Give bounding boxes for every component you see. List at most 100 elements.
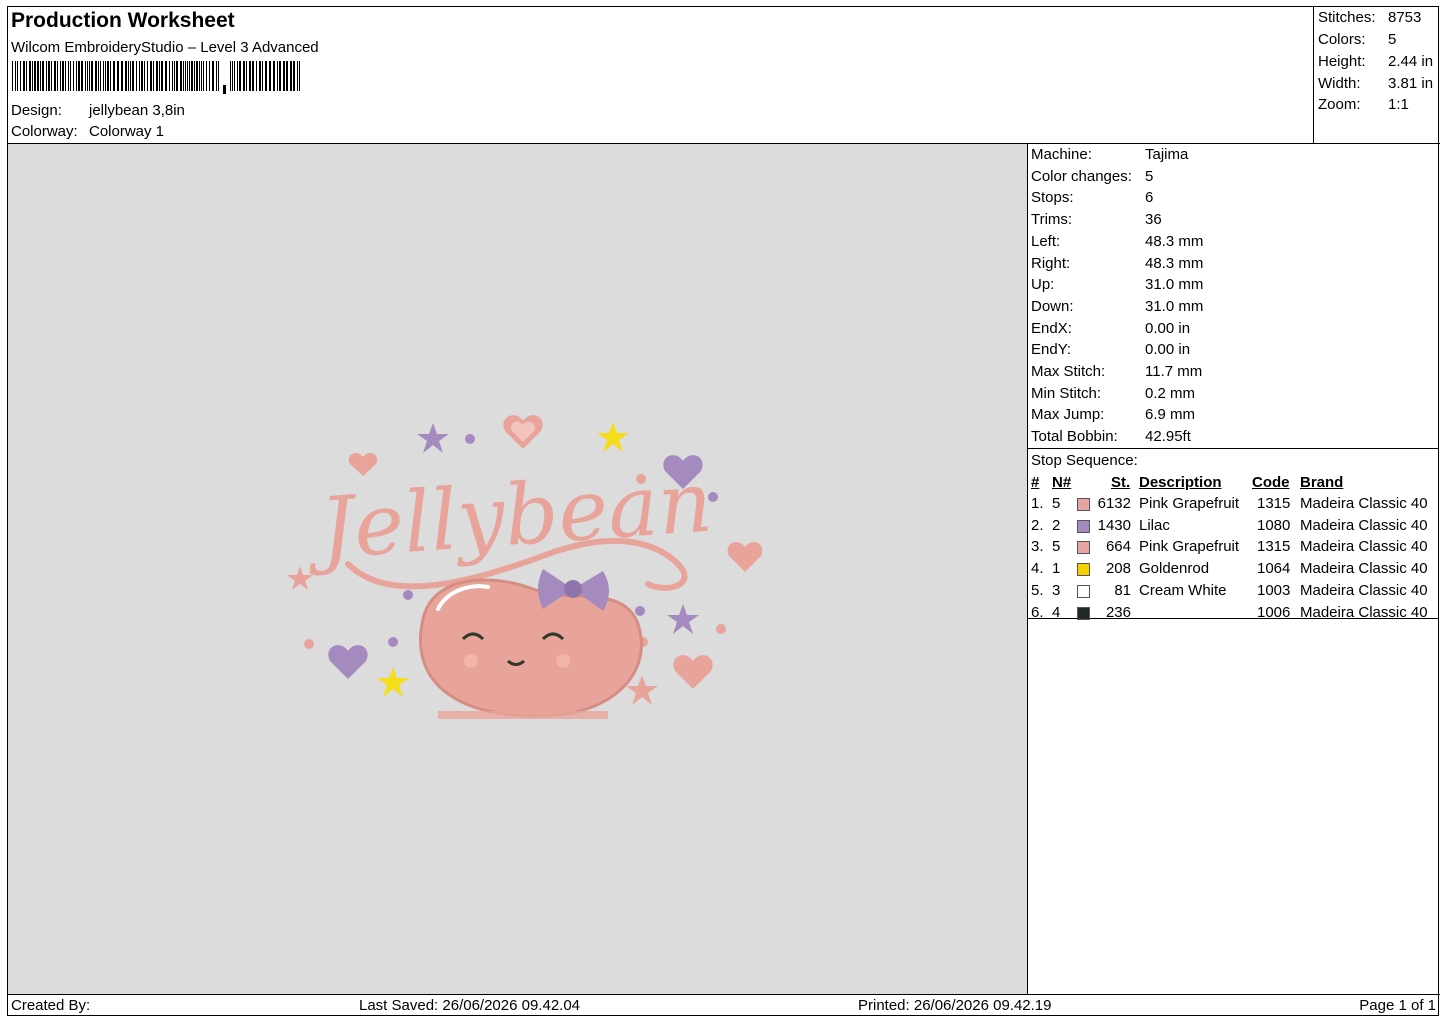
machine-info-value: 0.2 mm xyxy=(1145,384,1196,402)
col-header-needle: N# xyxy=(1052,474,1072,491)
height-label: Height: xyxy=(1318,53,1366,70)
stitches-stat: Stitches: 8753 xyxy=(1318,9,1421,26)
machine-info-section: Machine: Tajima Color changes: 5 Stops: 6 Trim… xyxy=(1028,144,1439,449)
row-description: Goldenrod xyxy=(1139,560,1210,578)
col-header-brand: Brand xyxy=(1300,474,1344,491)
created-by: Created By: xyxy=(11,997,91,1014)
jellybean-character xyxy=(419,569,643,719)
machine-info-label: Up: xyxy=(1031,276,1055,294)
row-description: Pink Grapefruit xyxy=(1139,538,1240,556)
height-stat: Height: 2.44 in xyxy=(1318,53,1433,70)
machine-info-value: 5 xyxy=(1145,167,1154,185)
machine-info-value: 31.0 mm xyxy=(1145,276,1204,294)
machine-info-row: Stops: 6 xyxy=(1031,189,1153,207)
colors-value: 5 xyxy=(1388,31,1397,48)
col-header-code: Code xyxy=(1252,474,1290,491)
row-stitches: 664 xyxy=(1105,538,1131,556)
software-name: Wilcom EmbroideryStudio – Level 3 Advanc… xyxy=(11,39,319,56)
row-description: Pink Grapefruit xyxy=(1139,495,1240,512)
row-brand: Madeira Classic 40 xyxy=(1300,581,1428,599)
machine-info-label: Stops: xyxy=(1031,189,1074,207)
row-stitches: 6132 xyxy=(1097,495,1131,512)
machine-info-row: Up: 31.0 mm xyxy=(1031,276,1203,294)
design-preview-canvas: Jellybean xyxy=(8,144,1028,994)
machine-info-label: Right: xyxy=(1031,254,1071,272)
design-row: Design: jellybean 3,8in xyxy=(11,102,185,119)
worksheet-header: Production Worksheet Wilcom EmbroiderySt… xyxy=(8,7,1440,144)
col-header-num: # xyxy=(1031,474,1040,491)
row-code: 1064 xyxy=(1257,560,1291,578)
machine-info-value: 48.3 mm xyxy=(1145,254,1204,272)
row-brand: Madeira Classic 40 xyxy=(1300,495,1428,512)
machine-info-label: Left: xyxy=(1031,232,1061,250)
machine-info-row: Max Stitch: 11.7 mm xyxy=(1031,363,1202,380)
stop-sequence-section: Stop Sequence: # N# St. Description Code… xyxy=(1028,449,1439,621)
colorway-label: Colorway: xyxy=(11,123,78,140)
col-header-description: Description xyxy=(1139,474,1222,491)
machine-info-label: Trims: xyxy=(1031,211,1073,229)
stop-sequence-title: Stop Sequence: xyxy=(1031,452,1138,469)
stitches-label: Stitches: xyxy=(1318,9,1376,26)
colorway-row: Colorway: Colorway 1 xyxy=(11,123,164,140)
row-brand: Madeira Classic 40 xyxy=(1300,603,1428,621)
machine-info-label: Down: xyxy=(1031,297,1074,315)
machine-info-label: Max Stitch: xyxy=(1031,363,1106,380)
row-code: 1080 xyxy=(1257,516,1291,534)
row-brand: Madeira Classic 40 xyxy=(1300,516,1428,534)
row-code: 1003 xyxy=(1257,581,1291,599)
machine-info-row: Total Bobbin: 42.95ft xyxy=(1031,428,1191,446)
design-stats: Stitches: 8753 Colors: 5 Height: 2.44 in… xyxy=(1313,7,1439,143)
row-stitches: 236 xyxy=(1105,603,1131,621)
width-label: Width: xyxy=(1318,75,1361,92)
width-value: 3.81 in xyxy=(1388,75,1434,92)
machine-info-value: 6 xyxy=(1145,189,1154,207)
row-stitches: 208 xyxy=(1105,560,1131,578)
colors-label: Colors: xyxy=(1318,31,1366,48)
row-description: Lilac xyxy=(1139,516,1170,534)
machine-info-row: Min Stitch: 0.2 mm xyxy=(1031,384,1195,402)
machine-info-row: EndY: 0.00 in xyxy=(1031,341,1190,358)
machine-info-label: Min Stitch: xyxy=(1031,384,1102,402)
worksheet-footer: Created By: Last Saved: 26/06/2026 09.42… xyxy=(8,994,1440,1016)
worksheet-page: Production Worksheet Wilcom EmbroiderySt… xyxy=(7,6,1440,1016)
row-stitches: 1430 xyxy=(1097,516,1131,534)
machine-info-label: EndX: xyxy=(1031,319,1072,337)
machine-info-value: Tajima xyxy=(1145,146,1189,163)
machine-info-row: Right: 48.3 mm xyxy=(1031,254,1203,272)
design-label: Design: xyxy=(11,102,62,119)
row-code: 1315 xyxy=(1257,538,1291,556)
stitches-value: 8753 xyxy=(1388,9,1422,26)
machine-info-value: 6.9 mm xyxy=(1145,406,1196,424)
page-number: Page 1 of 1 xyxy=(1359,997,1436,1014)
embroidery-design-preview: Jellybean xyxy=(287,415,763,719)
colorway-value: Colorway 1 xyxy=(89,123,165,140)
row-code: 1315 xyxy=(1257,495,1291,512)
machine-info-row: Machine: Tajima xyxy=(1031,146,1188,163)
machine-info-label: Machine: xyxy=(1031,146,1092,163)
col-header-stitches: St. xyxy=(1111,474,1131,491)
row-stitches: 81 xyxy=(1114,581,1131,599)
machine-info-row: Left: 48.3 mm xyxy=(1031,232,1203,250)
machine-info-value: 48.3 mm xyxy=(1145,232,1204,250)
colors-stat: Colors: 5 xyxy=(1318,31,1396,48)
zoom-value: 1:1 xyxy=(1388,96,1409,113)
machine-info-value: 0.00 in xyxy=(1145,341,1191,359)
machine-info-row: Max Jump: 6.9 mm xyxy=(1031,406,1195,424)
last-saved: Last Saved: 26/06/2026 09.42.04 xyxy=(359,997,581,1014)
machine-info-value: 0.00 in xyxy=(1145,319,1191,337)
machine-info-value: 36 xyxy=(1145,211,1162,229)
machine-info-value: 31.0 mm xyxy=(1145,297,1204,315)
machine-info-label: Total Bobbin: xyxy=(1031,428,1118,446)
zoom-stat: Zoom: 1:1 xyxy=(1318,96,1409,113)
design-value: jellybean 3,8in xyxy=(89,102,185,119)
machine-info-label: Max Jump: xyxy=(1031,406,1105,424)
machine-info-label: Color changes: xyxy=(1031,167,1132,185)
height-value: 2.44 in xyxy=(1388,53,1434,70)
row-description: Cream White xyxy=(1139,581,1227,599)
zoom-label: Zoom: xyxy=(1318,96,1361,113)
machine-info-row: Down: 31.0 mm xyxy=(1031,297,1203,315)
machine-info-row: EndX: 0.00 in xyxy=(1031,319,1190,337)
machine-info-value: 11.7 mm xyxy=(1145,363,1203,380)
row-brand: Madeira Classic 40 xyxy=(1300,538,1428,556)
barcode-image xyxy=(12,61,300,94)
